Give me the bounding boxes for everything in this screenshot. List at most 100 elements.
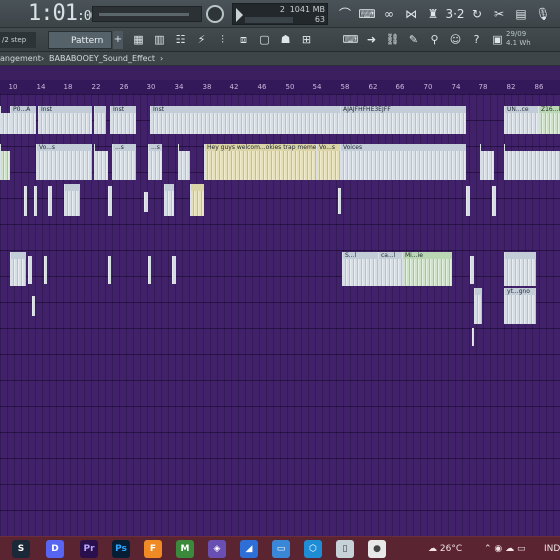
audio-output-icon[interactable]: ▤ xyxy=(510,0,532,28)
audio-clip[interactable]: UN...ce xyxy=(504,106,538,134)
weather-widget[interactable]: ☁ 26°C xyxy=(428,537,462,560)
audio-clip[interactable]: S...l xyxy=(342,252,378,286)
track-row[interactable] xyxy=(0,184,560,218)
fl-studio-icon[interactable]: F xyxy=(144,540,162,558)
audio-clip[interactable]: Z16...k xyxy=(538,106,560,134)
audio-clip[interactable] xyxy=(28,256,32,284)
audio-clip[interactable] xyxy=(64,184,80,216)
news-panel[interactable]: 29/09 4.1 Wh xyxy=(506,30,560,50)
playlist-area[interactable]: 10 14 18 22 26 30 34 38 42 46 50 54 58 6… xyxy=(0,66,560,536)
step-edit-icon[interactable]: ⋈ xyxy=(400,0,422,28)
premiere-icon[interactable]: Pr xyxy=(80,540,98,558)
audio-clip[interactable] xyxy=(504,252,536,286)
audio-clip[interactable] xyxy=(10,252,26,286)
track-row[interactable]: Vo...s ...s ...s Hey guys welcom...okies… xyxy=(0,144,560,180)
audio-clip[interactable] xyxy=(190,184,204,216)
audio-clip[interactable] xyxy=(474,288,482,324)
loop-record-icon[interactable]: ∞ xyxy=(378,0,400,28)
photoshop-icon[interactable]: Ps xyxy=(112,540,130,558)
audio-clip[interactable]: AJAJFHFHE3EJFF xyxy=(340,106,466,134)
tuning-fork-icon[interactable]: ⚲ xyxy=(424,28,445,52)
undo-history-icon[interactable]: ↻ xyxy=(466,0,488,28)
audio-clip[interactable]: Vo...s xyxy=(316,144,340,180)
discord-icon[interactable]: D xyxy=(46,540,64,558)
obs-icon[interactable]: ● xyxy=(368,540,386,558)
edison-icon[interactable]: ☗ xyxy=(275,28,296,52)
audio-clip[interactable]: Inst xyxy=(150,106,340,134)
breadcrumb-current[interactable]: BABABOOEY_Sound_Effect xyxy=(49,52,155,66)
audio-clip[interactable]: ...s xyxy=(148,144,162,180)
track-row[interactable]: yt...gno xyxy=(0,288,560,348)
audio-clip[interactable]: ...s xyxy=(112,144,136,180)
audio-clip[interactable] xyxy=(144,192,148,212)
cut-icon[interactable]: ✂ xyxy=(488,0,510,28)
track-row[interactable]: P0...A Inst Inst Inst AJAJFHFHE3EJFF UN.… xyxy=(0,106,560,134)
link-icon[interactable]: ⛓ xyxy=(382,28,403,52)
typing-keyboard-icon[interactable]: ⌨ xyxy=(340,28,361,52)
hat-icon[interactable]: ♜ xyxy=(422,0,444,28)
master-volume-knob[interactable] xyxy=(206,5,224,23)
cleaner-icon[interactable]: ⬡ xyxy=(304,540,322,558)
track-row[interactable]: S...l ca...l Mi...ie xyxy=(0,252,560,288)
audio-clip[interactable] xyxy=(94,144,108,180)
timeline-ruler[interactable]: 10 14 18 22 26 30 34 38 42 46 50 54 58 6… xyxy=(0,80,560,94)
audio-clip[interactable] xyxy=(34,186,37,216)
audio-clip[interactable] xyxy=(108,256,111,284)
song-position[interactable]: 1:01:00 xyxy=(28,0,98,28)
add-pattern-button[interactable]: + xyxy=(113,31,123,49)
audio-clip[interactable] xyxy=(504,144,560,180)
file-icon[interactable]: ▯ xyxy=(336,540,354,558)
channel-rack-icon[interactable]: ☷ xyxy=(170,28,191,52)
audio-clip[interactable]: P0...A xyxy=(10,106,36,134)
audio-clip[interactable] xyxy=(172,256,176,284)
audio-clip[interactable]: Inst xyxy=(38,106,92,134)
playlist-icon[interactable]: ▦ xyxy=(128,28,149,52)
browser-icon[interactable]: ⧈ xyxy=(233,28,254,52)
wave-icon[interactable]: ⌒ xyxy=(334,0,356,28)
audio-clip[interactable] xyxy=(32,296,35,316)
breadcrumb-parent[interactable]: angement xyxy=(0,52,41,66)
audio-clip[interactable] xyxy=(0,106,10,134)
audio-clip[interactable] xyxy=(94,106,106,134)
audio-clip[interactable] xyxy=(466,186,470,216)
tray-icons[interactable]: ⌃ ◉ ☁ ▭ xyxy=(484,537,525,560)
snap-step-select[interactable]: /2 step xyxy=(0,32,36,48)
audio-clip[interactable]: Inst xyxy=(110,106,136,134)
pattern-selector[interactable]: Pattern 1 xyxy=(48,31,112,64)
audio-clip[interactable] xyxy=(338,188,341,214)
audio-clip[interactable]: ca...l xyxy=(378,252,402,286)
pencil-icon[interactable]: ✎ xyxy=(403,28,424,52)
mixer-icon[interactable]: ⫶ xyxy=(212,28,233,52)
audio-clip[interactable] xyxy=(148,256,151,284)
help-icon[interactable]: ? xyxy=(466,28,487,52)
steam-icon[interactable]: S xyxy=(12,540,30,558)
audio-clip[interactable]: yt...gno xyxy=(504,288,536,324)
audio-clip[interactable] xyxy=(108,186,112,216)
master-pitch-slider[interactable] xyxy=(92,6,202,22)
plugin-icon[interactable]: ⚡ xyxy=(191,28,212,52)
audio-clip[interactable] xyxy=(24,186,27,216)
piano-roll-icon[interactable]: ▥ xyxy=(149,28,170,52)
audio-clip[interactable]: Hey guys welcom...okies trap meme xyxy=(204,144,316,180)
audio-clip[interactable] xyxy=(480,144,494,180)
project-icon[interactable]: ▢ xyxy=(254,28,275,52)
microphone-icon[interactable]: 🎙 xyxy=(532,0,554,28)
audio-clip[interactable] xyxy=(0,144,10,180)
plugin-database-icon[interactable]: ⊞ xyxy=(296,28,317,52)
audio-clip[interactable] xyxy=(492,186,496,216)
language-indicator[interactable]: IND xyxy=(544,537,560,560)
audio-clip[interactable]: Voices xyxy=(340,144,466,180)
chat-icon[interactable]: ☺ xyxy=(445,28,466,52)
audio-clip[interactable] xyxy=(178,144,190,180)
app-icon[interactable]: ◈ xyxy=(208,540,226,558)
video-editor-icon[interactable]: ◢ xyxy=(240,540,258,558)
audio-clip[interactable]: Vo...s xyxy=(36,144,92,180)
audio-clip[interactable] xyxy=(470,256,474,284)
typing-keyboard-icon[interactable]: ⌨ xyxy=(356,0,378,28)
news-icon[interactable]: ▣ xyxy=(487,28,508,52)
audio-clip[interactable]: Mi...ie xyxy=(402,252,452,286)
countdown-icon[interactable]: 3·2 xyxy=(444,0,466,28)
photos-icon[interactable]: ▭ xyxy=(272,540,290,558)
minecraft-icon[interactable]: M xyxy=(176,540,194,558)
audio-clip[interactable] xyxy=(472,328,474,346)
